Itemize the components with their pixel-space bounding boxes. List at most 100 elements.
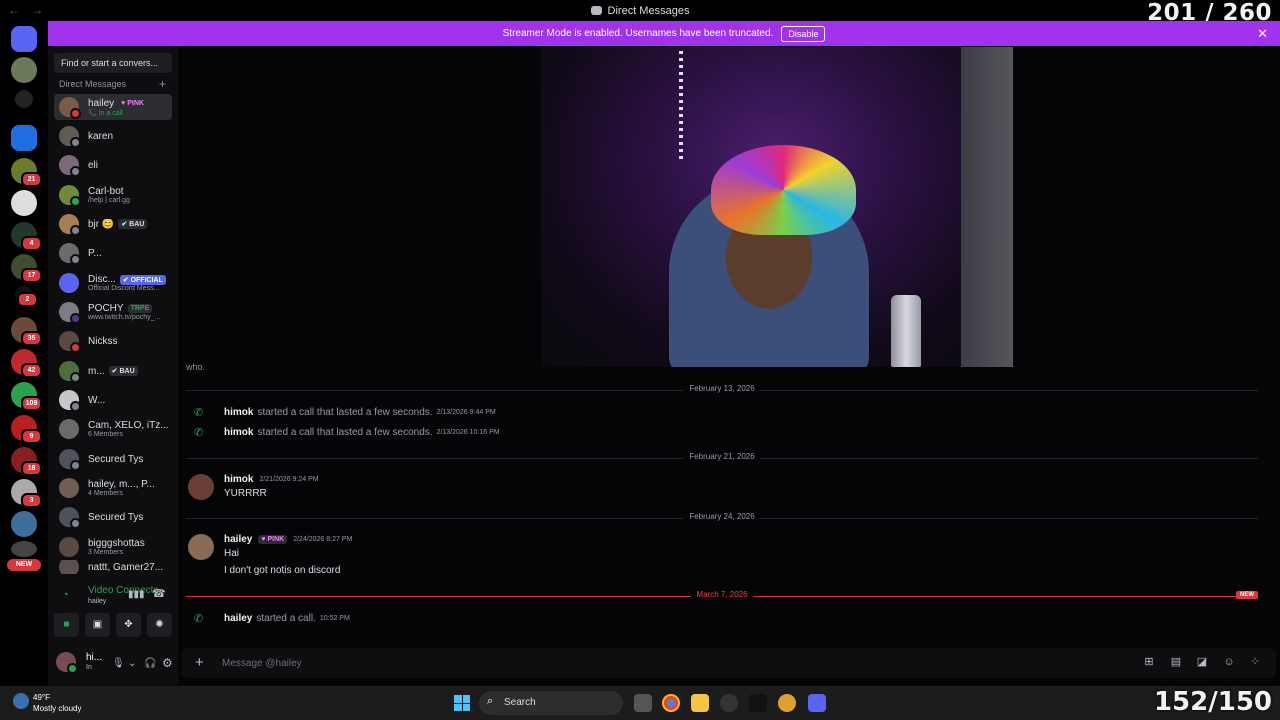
dm-item[interactable]: hailey ♥ PINK 📞 In a call <box>54 94 172 120</box>
timestamp: 2/21/2026 9:24 PM <box>259 476 319 483</box>
apps-icon[interactable]: ⁘ <box>1248 655 1262 669</box>
dm-item[interactable]: m... ✔ BAU <box>54 358 172 384</box>
new-unreads-pill[interactable]: NEW <box>7 559 41 571</box>
message-input[interactable] <box>222 654 1022 672</box>
gif-icon[interactable]: ▤ <box>1169 655 1183 669</box>
chrome-icon[interactable] <box>662 694 680 712</box>
avatar <box>59 361 81 383</box>
dm-item[interactable]: bjr 😊 ✔ BAU <box>54 211 172 237</box>
avatar <box>59 97 81 119</box>
dm-item[interactable]: POCHY TRPE www.twitch.tv/pochy_... <box>54 299 172 325</box>
server-icon[interactable] <box>11 190 37 216</box>
weather-icon[interactable] <box>13 693 29 709</box>
dm-item[interactable]: Nickss <box>54 328 172 354</box>
server-icon[interactable]: 109 <box>11 382 42 411</box>
dm-item[interactable]: Secured Tys <box>54 504 172 530</box>
server-icon[interactable] <box>11 125 37 151</box>
windows-start-icon[interactable] <box>454 695 470 711</box>
video-call-stream[interactable] <box>541 47 1013 367</box>
hourglass-icon[interactable] <box>15 90 33 108</box>
activities-button[interactable]: ✥ <box>116 613 141 637</box>
server-icon[interactable]: 35 <box>11 317 42 346</box>
message-author[interactable]: himok <box>224 474 253 485</box>
window-nav-arrows[interactable]: ← → <box>8 3 47 17</box>
user-avatar[interactable] <box>56 652 78 674</box>
dm-item[interactable]: eli <box>54 152 172 178</box>
create-dm-plus-icon[interactable]: + <box>159 77 166 91</box>
media-player-icon[interactable] <box>778 694 796 712</box>
dm-icon <box>590 6 602 15</box>
server-icon[interactable]: 42 <box>11 349 42 378</box>
dm-item[interactable]: Cam, XELO, iTz... 6 Members <box>54 416 172 442</box>
dm-item[interactable]: hailey, m..., P... 4 Members <box>54 475 172 501</box>
message-avatar[interactable] <box>188 534 214 560</box>
task-view-icon[interactable] <box>634 694 652 712</box>
message-avatar[interactable] <box>188 474 214 500</box>
microphone-icon[interactable]: 🎙 <box>112 658 125 669</box>
close-icon[interactable]: ✕ <box>1257 26 1268 42</box>
file-explorer-icon[interactable] <box>691 694 709 712</box>
dm-tag: ♥ PINK <box>118 98 147 108</box>
message-author[interactable]: himok <box>224 407 253 418</box>
weather-temp[interactable]: 49°F <box>33 693 50 702</box>
app-icon[interactable] <box>720 694 738 712</box>
server-icon[interactable] <box>11 511 37 537</box>
server-icon[interactable]: 17 <box>11 254 42 283</box>
dm-name: Carl-bot <box>88 186 124 197</box>
new-messages-divider: March 7, 2026 NEW <box>186 590 1258 602</box>
taskbar-search-box[interactable]: ⌕ Search <box>479 691 623 715</box>
dm-item[interactable]: nattt, Gamer27... <box>54 560 172 574</box>
phone-icon: ✆ <box>194 612 204 625</box>
streamer-mode-banner: Streamer Mode is enabled. Usernames have… <box>48 21 1280 46</box>
tiktok-icon[interactable] <box>749 694 767 712</box>
noise-suppression-icon[interactable]: ▮▮▮ <box>128 589 145 600</box>
avatar <box>59 331 81 353</box>
disconnect-icon[interactable]: ☎ <box>152 587 166 600</box>
dm-item[interactable]: bigggshottas 3 Members <box>54 534 172 560</box>
server-icon[interactable] <box>11 541 37 557</box>
dm-item[interactable]: Disc... ✔ OFFICIAL Official Discord Mess..… <box>54 270 172 296</box>
message-author[interactable]: himok <box>224 427 253 438</box>
phone-icon: ✆ <box>194 426 204 439</box>
dm-section-header: Direct Messages <box>59 79 127 89</box>
voice-channel-name[interactable]: hailey <box>88 598 106 605</box>
server-icon[interactable]: 3 <box>11 479 42 508</box>
server-icon[interactable]: 9 <box>11 415 42 444</box>
dm-item[interactable]: Secured Tys <box>54 446 172 472</box>
video-water-bottle <box>891 295 921 367</box>
headphones-icon[interactable]: 🎧 <box>144 658 156 669</box>
discord-home-icon[interactable] <box>11 26 37 52</box>
dm-name: bigggshottas <box>88 538 145 549</box>
gear-icon[interactable]: ⚙ <box>162 656 173 670</box>
emoji-icon[interactable]: ☺ <box>1222 655 1236 669</box>
camera-button[interactable]: ■ <box>54 613 79 637</box>
voice-status-panel: ◔ Video Connected hailey ▮▮▮ ☎ <box>54 581 174 611</box>
attach-plus-icon[interactable]: + <box>195 654 204 671</box>
search-label: Search <box>504 697 536 708</box>
screen-share-button[interactable]: ▣ <box>85 613 110 637</box>
message-text: I don't got notis on discord <box>224 565 341 576</box>
dm-avatar-unread[interactable] <box>11 57 37 83</box>
windows-taskbar: 49°F Mostly cloudy ⌕ Search <box>0 686 1280 720</box>
message-author[interactable]: hailey <box>224 534 252 545</box>
weather-condition[interactable]: Mostly cloudy <box>33 704 81 713</box>
dm-item[interactable]: karen <box>54 123 172 149</box>
sticker-icon[interactable]: ◪ <box>1195 655 1209 669</box>
gift-icon[interactable]: ⊞ <box>1142 655 1156 669</box>
server-icon[interactable]: 2 <box>15 286 38 307</box>
soundboard-button[interactable]: ✺ <box>147 613 172 637</box>
dm-item[interactable]: Carl-bot/help | carl.gg <box>54 182 172 208</box>
server-icon[interactable]: 4 <box>11 222 42 251</box>
server-icon[interactable]: 18 <box>11 447 42 476</box>
message-author[interactable]: hailey <box>224 613 252 624</box>
disable-streamer-mode-button[interactable]: Disable <box>781 25 826 42</box>
dm-item[interactable]: W... <box>54 387 172 413</box>
dm-sub: Official Discord Mess... <box>88 285 160 292</box>
signal-icon[interactable]: ◔ <box>62 589 69 601</box>
video-led-strip <box>679 51 683 159</box>
discord-taskbar-icon[interactable] <box>808 694 826 712</box>
dm-item[interactable]: P... <box>54 240 172 266</box>
server-icon[interactable]: 21 <box>11 158 42 187</box>
chevron-down-icon[interactable]: ⌄ <box>128 658 136 669</box>
find-conversation-input[interactable]: Find or start a convers... <box>54 53 172 73</box>
